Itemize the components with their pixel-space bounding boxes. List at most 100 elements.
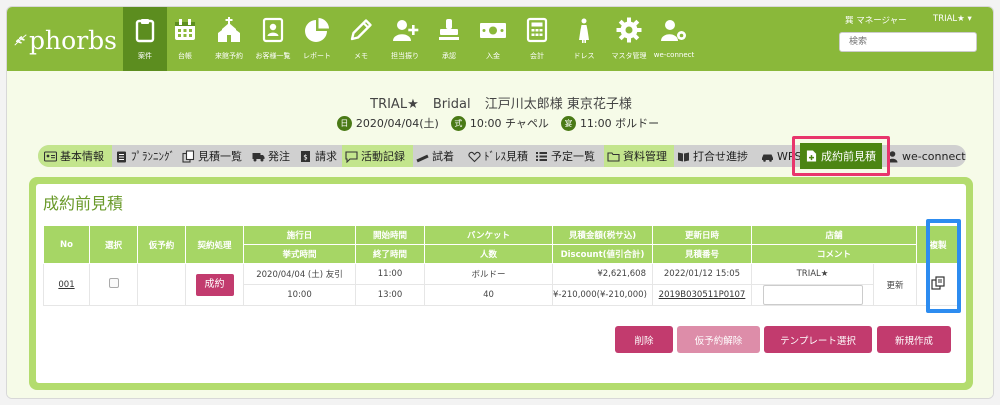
- col-header-discount: Discount(値引合計): [552, 244, 653, 264]
- tab-label: we-connect: [902, 149, 966, 163]
- money-icon: [480, 23, 506, 38]
- nav-item-visit-booking[interactable]: 来館予約: [207, 7, 251, 71]
- tab-label: 予定一覧: [551, 150, 595, 163]
- tab-invoice[interactable]: $ 請求: [296, 145, 342, 167]
- user-role-menu[interactable]: 巽 マネージャー: [845, 14, 907, 26]
- col-header-contract: 契約処理: [185, 225, 244, 264]
- row-discount: ¥-210,000(¥-210,000): [552, 284, 653, 306]
- tab-activity-log[interactable]: 活動記録: [342, 145, 413, 167]
- nav-item-payment[interactable]: 入金: [471, 7, 515, 71]
- ceremony-badge: 式: [450, 115, 466, 131]
- tab-label: ﾌﾟﾗﾝﾆﾝｸﾞ: [131, 150, 175, 163]
- row-start-time: 11:00: [355, 263, 425, 285]
- chat-icon: [345, 150, 358, 163]
- tab-label: 資料管理: [623, 150, 667, 163]
- row-date: 2020/04/04 (土) 友引: [243, 263, 356, 285]
- event-ceremony: 10:00 チャペル: [469, 117, 549, 130]
- tab-pre-contract-estimate[interactable]: 成約前見積: [800, 143, 882, 169]
- main-content: TRIAL★ Bridal 江戸川太郎様 東京花子様 日 2020/04/04(…: [7, 71, 993, 398]
- col-header-select: 選択: [89, 225, 138, 264]
- row-guests: 40: [424, 284, 553, 306]
- estimate-panel: 成約前見積 No 選択 仮予約 契約処理 施行日 開始時間 バンケット 見積金額…: [29, 177, 973, 390]
- clipboard-icon: [135, 19, 155, 43]
- date-badge: 日: [336, 115, 352, 131]
- comment-input[interactable]: [762, 285, 863, 305]
- tab-schedule[interactable]: 予定一覧: [532, 145, 604, 167]
- tab-dress-estimate[interactable]: ﾄﾞﾚｽ見積: [465, 145, 532, 167]
- tab-order[interactable]: 発注: [249, 145, 296, 167]
- event-plan: TRIAL★: [370, 97, 419, 112]
- col-header-no[interactable]: No: [43, 225, 90, 264]
- id-card-icon: [44, 150, 57, 163]
- nav-item-we-connect[interactable]: we-connect: [652, 7, 696, 71]
- event-type: Bridal: [432, 97, 471, 112]
- tab-meeting-progress[interactable]: 打合せ進捗: [674, 145, 758, 167]
- nav-item-approval[interactable]: 承認: [427, 7, 471, 71]
- nav-item-master[interactable]: マスタ管理: [607, 7, 651, 71]
- ruler-icon: [416, 150, 429, 163]
- tab-basic-info[interactable]: 基本情報: [38, 145, 112, 167]
- nav-item-report[interactable]: レポート: [295, 7, 339, 71]
- clipboard-list-icon: [115, 150, 128, 163]
- nav-item-assign[interactable]: 担当振り: [383, 7, 427, 71]
- contract-button[interactable]: 成約: [195, 273, 234, 296]
- tab-label: 打合せ進捗: [693, 150, 748, 163]
- pie-chart-icon: [305, 18, 329, 42]
- row-updated: 2022/01/12 15:05: [652, 263, 752, 285]
- nav-item-customers[interactable]: お客様一覧: [251, 7, 295, 71]
- banquet-badge: 宴: [560, 115, 576, 131]
- col-header-amount: 見積金額(税サ込): [552, 225, 653, 245]
- tab-label: 成約前見積: [821, 150, 876, 163]
- search-input[interactable]: [839, 32, 977, 52]
- user-plus-icon: [393, 20, 419, 41]
- event-info: 日 2020/04/04(土) 式 10:00 チャペル 宴 11:00 ボルド…: [7, 115, 993, 131]
- nav-item-dress[interactable]: ドレス: [562, 7, 606, 71]
- estimate-no-link[interactable]: 001: [58, 280, 74, 290]
- plan-dropdown[interactable]: TRIAL★ ▾: [933, 14, 972, 24]
- svg-text:$: $: [303, 153, 307, 161]
- template-select-button[interactable]: テンプレート選択: [764, 326, 872, 353]
- delete-button[interactable]: 削除: [615, 326, 673, 353]
- tab-estimates[interactable]: 見積一覧: [179, 145, 249, 167]
- top-header: phorbs 案件 台帳 来館予約 お客様一覧 レポート メモ 担当振り 承認 …: [7, 7, 993, 71]
- event-title: TRIAL★ Bridal 江戸川太郎様 東京花子様: [7, 93, 993, 112]
- col-header-date[interactable]: 施行日: [243, 225, 356, 245]
- tab-fitting[interactable]: 試着: [413, 145, 465, 167]
- row-amount: ¥2,621,608: [552, 263, 653, 285]
- select-checkbox[interactable]: [108, 278, 119, 288]
- heart-icon: [468, 150, 481, 163]
- nav-label: we-connect: [653, 51, 695, 59]
- calculator-icon: [526, 17, 548, 43]
- nav-item-ledger[interactable]: 台帳: [163, 7, 207, 71]
- tab-documents[interactable]: 資料管理: [604, 145, 674, 167]
- stamp-icon: [439, 19, 459, 40]
- new-estimate-button[interactable]: 新規作成: [877, 326, 951, 353]
- folder-icon: [607, 150, 620, 163]
- copy-icon: [182, 149, 195, 163]
- col-header-updated[interactable]: 更新日時: [652, 225, 752, 245]
- car-icon: [761, 150, 774, 163]
- estimate-number-link[interactable]: 2019B030511P0107: [659, 290, 746, 300]
- estimate-table: No 選択 仮予約 契約処理 施行日 開始時間 バンケット 見積金額(税サ込) …: [43, 225, 961, 306]
- table-row: 001 成約 2020/04/04 (土) 友引 11:00 ボルドー ¥2,6…: [43, 263, 961, 306]
- row-store: TRIAL★: [751, 263, 874, 285]
- user-gear-icon: [661, 20, 686, 41]
- tab-we-connect[interactable]: we-connect: [883, 145, 966, 167]
- logo-text: phorbs: [29, 25, 117, 55]
- row-end-time: 13:00: [355, 284, 425, 306]
- estimate-panel-body: 成約前見積 No 選択 仮予約 契約処理 施行日 開始時間 バンケット 見積金額…: [36, 184, 966, 383]
- tab-label: 基本情報: [60, 150, 104, 163]
- nav-item-cases[interactable]: 案件: [123, 7, 167, 71]
- col-header-store: 店舗: [750, 225, 918, 245]
- update-link[interactable]: 更新: [887, 281, 904, 291]
- nav-item-memo[interactable]: メモ: [339, 7, 383, 71]
- col-header-guests: 人数: [424, 244, 553, 264]
- church-icon: [218, 17, 240, 42]
- cancel-reservation-button[interactable]: 仮予約解除: [677, 326, 760, 353]
- col-header-ceremony-time: 挙式時間: [243, 244, 356, 264]
- logo[interactable]: phorbs: [13, 23, 117, 57]
- tab-planning[interactable]: ﾌﾟﾗﾝﾆﾝｸﾞ: [112, 145, 179, 167]
- tab-label: 活動記録: [361, 150, 405, 163]
- pencil-icon: [350, 19, 372, 41]
- nav-item-accounting[interactable]: 会計: [515, 7, 559, 71]
